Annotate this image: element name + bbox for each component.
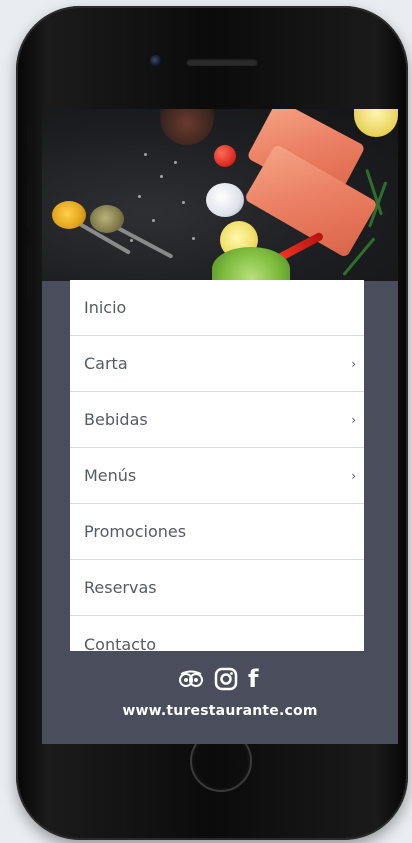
- phone-screen: Inicio Carta › Bebidas › Menús › Promoci…: [42, 109, 398, 744]
- chevron-right-icon[interactable]: ›: [351, 469, 356, 483]
- navigation-menu: Inicio Carta › Bebidas › Menús › Promoci…: [70, 280, 364, 651]
- menu-item-label: Contacto: [84, 634, 157, 652]
- menu-item-carta[interactable]: Carta ›: [70, 336, 364, 392]
- chevron-right-icon[interactable]: ›: [351, 357, 356, 371]
- hero-image: [42, 109, 398, 281]
- menu-item-reservas[interactable]: Reservas: [70, 560, 364, 616]
- chevron-right-icon[interactable]: ›: [351, 413, 356, 427]
- tripadvisor-icon[interactable]: [178, 670, 204, 688]
- curry-spoon: [52, 201, 86, 229]
- menu-item-menus[interactable]: Menús ›: [70, 448, 364, 504]
- peppercorn: [152, 219, 155, 222]
- peppercorn: [138, 195, 141, 198]
- menu-item-label: Bebidas: [84, 410, 148, 429]
- spoon-handle: [115, 225, 174, 259]
- peppercorn: [182, 201, 185, 204]
- menu-item-label: Promociones: [84, 522, 187, 541]
- cherry-tomato: [214, 145, 236, 167]
- menu-item-label: Inicio: [84, 298, 127, 317]
- website-url[interactable]: www.turestaurante.com: [42, 703, 398, 719]
- herb-spoon: [90, 205, 124, 233]
- lemon-half: [354, 109, 398, 137]
- menu-item-bebidas[interactable]: Bebidas ›: [70, 392, 364, 448]
- facebook-icon[interactable]: f: [248, 667, 258, 691]
- spice-bowl: [160, 109, 214, 145]
- menu-item-label: Menús: [84, 466, 137, 485]
- peppercorn: [144, 153, 147, 156]
- site-footer: f www.turestaurante.com: [42, 651, 398, 744]
- peppercorn: [130, 239, 133, 242]
- volume-down-button: [27, 246, 33, 300]
- instagram-icon[interactable]: [214, 667, 238, 691]
- menu-item-promociones[interactable]: Promociones: [70, 504, 364, 560]
- menu-item-label: Carta: [84, 354, 128, 373]
- menu-item-label: Reservas: [84, 578, 157, 597]
- earpiece-speaker: [186, 58, 258, 66]
- peppercorn: [174, 161, 177, 164]
- menu-item-inicio[interactable]: Inicio: [70, 280, 364, 336]
- front-camera: [150, 55, 162, 67]
- mute-switch: [27, 124, 33, 152]
- volume-up-button: [27, 176, 33, 230]
- menu-item-contacto[interactable]: Contacto: [70, 616, 364, 652]
- social-links: f: [178, 665, 258, 693]
- peppercorn: [160, 175, 163, 178]
- lettuce-leaf: [212, 247, 290, 281]
- peppercorn: [192, 237, 195, 240]
- salt-bowl: [206, 183, 244, 217]
